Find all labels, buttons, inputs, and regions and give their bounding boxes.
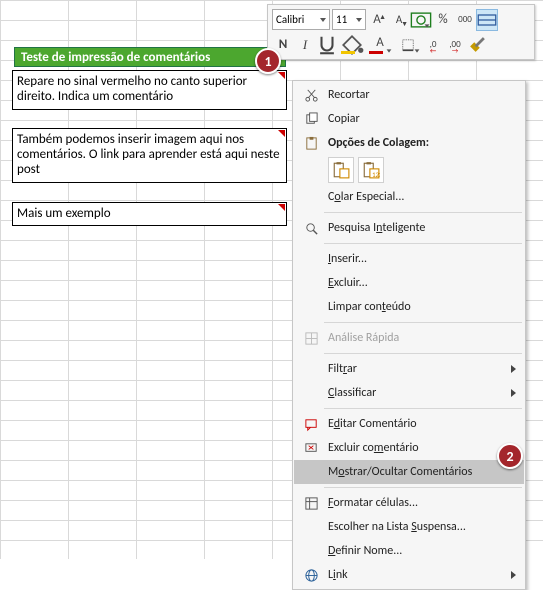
callout-badge-1: 1	[255, 48, 281, 74]
link-icon	[300, 568, 322, 583]
mini-toolbar: Calibri 11 A ▲ A ▼ % 000 N	[267, 4, 535, 60]
comment-text-3: Mais um exemplo	[17, 206, 111, 221]
menu-filter[interactable]: Filtrar	[294, 357, 524, 381]
comment-indicator-3	[278, 204, 285, 211]
menu-delete[interactable]: Excluir...	[294, 271, 524, 295]
format-cells-icon	[300, 496, 322, 511]
menu-insert[interactable]: Inserir...	[294, 247, 524, 271]
brush-icon	[466, 34, 488, 56]
svg-text:123: 123	[372, 171, 380, 179]
clipboard-paste-icon	[332, 161, 350, 179]
delete-comment-icon	[300, 441, 322, 456]
submenu-arrow-icon	[511, 389, 516, 397]
decrease-decimal-button[interactable]: ,0 ←	[422, 34, 444, 56]
separator	[324, 322, 522, 323]
context-menu: Recortar Copiar Opções de Colagem: 123 C…	[292, 80, 526, 590]
chevron-down-icon	[359, 49, 364, 52]
underline-button[interactable]	[316, 34, 338, 56]
menu-paste-special[interactable]: Colar Colar Especial...Especial...	[294, 185, 524, 209]
separator	[324, 408, 522, 409]
accounting-format-button[interactable]	[410, 9, 432, 31]
menu-define-name[interactable]: Definir Nome...	[294, 539, 524, 563]
format-painter-button[interactable]	[466, 34, 488, 56]
clipboard-icon	[300, 136, 322, 151]
title-text: Teste de impressão de comentários	[21, 50, 210, 65]
italic-button[interactable]: I	[294, 34, 316, 56]
quick-analysis-icon	[300, 331, 322, 346]
comment-text-2: Também podemos inserir imagem aqui nos c…	[17, 132, 280, 177]
comment-box-1[interactable]: Repare no sinal vermelho no canto superi…	[12, 70, 287, 110]
font-name-dropdown[interactable]: Calibri	[272, 9, 330, 30]
menu-toggle-comments[interactable]: Mostrar/Ocultar Comentários	[294, 460, 524, 484]
search-icon	[300, 221, 322, 236]
menu-cut[interactable]: Recortar	[294, 83, 524, 107]
scissors-icon	[300, 88, 322, 103]
comment-indicator-2	[278, 130, 285, 137]
chevron-down-icon	[415, 49, 420, 52]
decrease-font-button[interactable]: A ▼	[388, 9, 410, 31]
chevron-down-icon	[320, 18, 326, 22]
percent-format-button[interactable]: %	[432, 9, 454, 31]
chevron-down-icon	[425, 24, 430, 27]
paste-option-default[interactable]	[328, 157, 354, 183]
separator	[324, 243, 522, 244]
menu-pick-from-list[interactable]: Escolher na Lista Suspensa...	[294, 515, 524, 539]
borders-button[interactable]	[394, 34, 422, 56]
separator	[324, 353, 522, 354]
thousands-format-button[interactable]: 000	[454, 9, 476, 31]
submenu-arrow-icon	[511, 365, 516, 373]
menu-paste-options-header: Opções de Colagem:	[294, 131, 524, 155]
title-cell[interactable]: Teste de impressão de comentários	[14, 47, 286, 67]
underline-icon	[316, 34, 338, 56]
fill-color-button[interactable]	[338, 34, 366, 56]
bucket-icon	[338, 31, 366, 59]
font-color-button[interactable]: A	[366, 34, 394, 56]
comment-box-2[interactable]: Também podemos inserir imagem aqui nos c…	[12, 128, 287, 183]
copy-icon	[300, 112, 322, 127]
increase-decimal-button[interactable]: ,00 →	[444, 34, 466, 56]
menu-link[interactable]: Link	[294, 563, 524, 587]
chevron-down-icon	[356, 18, 362, 22]
borders-icon	[401, 38, 415, 52]
edit-comment-icon	[300, 417, 322, 432]
clipboard-values-icon: 123	[362, 161, 380, 179]
increase-font-button[interactable]: A ▲	[366, 9, 388, 31]
submenu-arrow-icon	[511, 571, 516, 579]
menu-clear-contents[interactable]: Limpar conteúdo	[294, 295, 524, 319]
paste-options-row: 123	[294, 155, 524, 185]
callout-badge-2: 2	[497, 443, 523, 469]
comment-indicator-1	[278, 72, 285, 79]
separator	[324, 212, 522, 213]
menu-copy[interactable]: Copiar	[294, 107, 524, 131]
menu-edit-comment[interactable]: Editar Comentário	[294, 412, 524, 436]
menu-format-cells[interactable]: Formatar células...	[294, 491, 524, 515]
menu-quick-analysis: Análise Rápida	[294, 326, 524, 350]
chevron-down-icon	[387, 49, 392, 52]
separator	[324, 487, 522, 488]
menu-delete-comment[interactable]: Excluir comentário	[294, 436, 524, 460]
comment-text-1: Repare no sinal vermelho no canto superi…	[17, 74, 247, 104]
menu-sort[interactable]: Classificar	[294, 381, 524, 405]
font-size-dropdown[interactable]: 11	[332, 9, 366, 30]
comment-box-3[interactable]: Mais um exemplo	[12, 202, 287, 226]
paste-option-values[interactable]: 123	[358, 157, 384, 183]
merge-icon	[477, 10, 497, 30]
merge-center-button[interactable]	[476, 9, 498, 31]
menu-smart-lookup[interactable]: Pesquisa Inteligente	[294, 216, 524, 240]
